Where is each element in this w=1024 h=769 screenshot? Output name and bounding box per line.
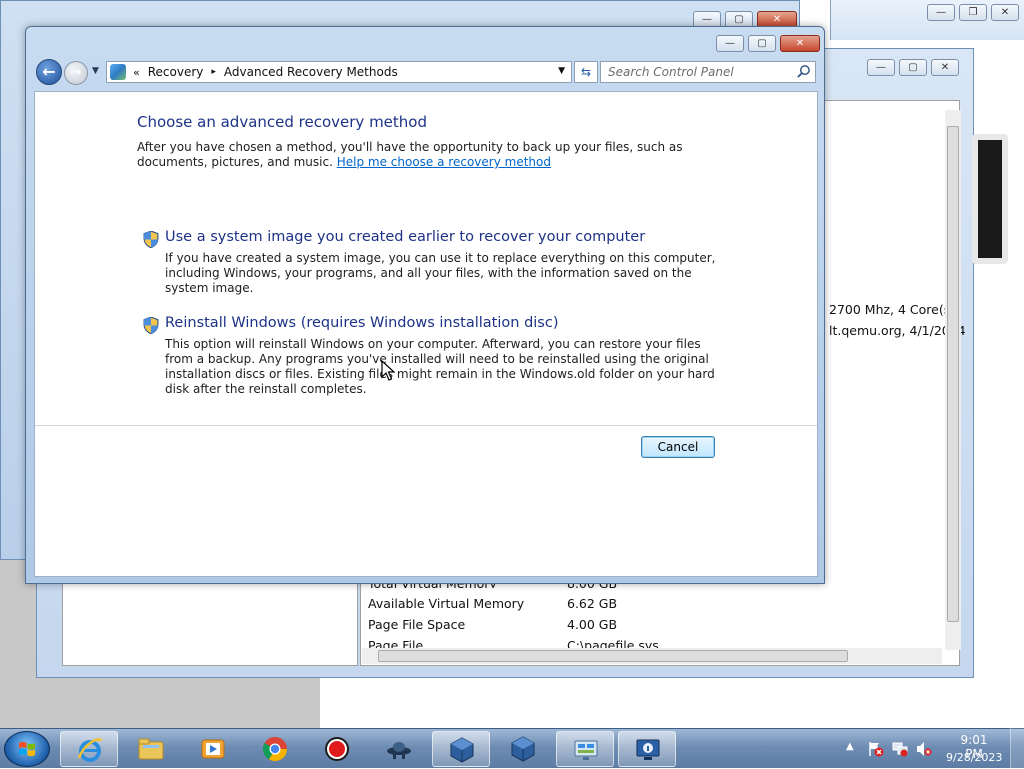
uac-shield-icon [143,231,159,248]
taskbar-msinfo[interactable] [618,731,676,767]
option-reinstall-windows[interactable]: Reinstall Windows (requires Windows inst… [143,315,723,401]
breadcrumb-overflow[interactable]: « [133,66,140,79]
taskbar-internet-explorer[interactable] [60,731,118,767]
option-system-image-title[interactable]: Use a system image you created earlier t… [165,229,645,245]
record-icon [325,737,349,761]
restore-button[interactable]: ❐ [959,4,987,21]
address-dropdown-icon[interactable]: ▼ [558,66,565,76]
start-button[interactable] [4,731,50,767]
background-window-right: — ❐ ✕ [830,0,1024,40]
processor-value: 2700 Mhz, 4 Core(s) [829,302,956,317]
search-input[interactable] [601,62,791,82]
system-information-icon [574,740,598,760]
taskbar-media-player[interactable] [184,731,242,767]
help-choose-recovery-link[interactable]: Help me choose a recovery method [337,155,551,169]
saucer-icon [387,742,411,759]
minimize-button[interactable]: — [867,59,895,76]
recent-pages-dropdown[interactable]: ▼ [92,66,99,76]
background-window-right-caption-buttons: — ❐ ✕ [927,4,1019,21]
uac-shield-icon [143,317,159,334]
close-button[interactable]: ✕ [991,4,1019,21]
taskbar-saucer-app[interactable] [370,731,428,767]
show-desktop-button[interactable] [1010,728,1024,768]
content-pane: Choose an advanced recovery method After… [34,91,818,577]
advanced-recovery-window: — ▢ ✕ ← → ▼ « Recovery ▸ Advanced Recove… [25,26,825,584]
breadcrumb-recovery[interactable]: Recovery [148,65,204,79]
details-horizontal-scrollbar[interactable] [362,648,942,664]
minimize-button[interactable]: — [716,35,744,52]
maximize-button[interactable]: ▢ [899,59,927,76]
footer-divider [35,425,817,426]
close-button[interactable]: ✕ [931,59,959,76]
taskbar: ▲ [0,728,1024,768]
back-button[interactable]: ← [36,59,62,85]
forward-button[interactable]: → [64,61,88,85]
breadcrumb-advanced-recovery-methods[interactable]: Advanced Recovery Methods [224,65,398,79]
page-file-space-label: Page File Space [368,617,466,632]
mouse-cursor-icon [381,360,395,381]
taskbar-windows-explorer[interactable] [122,731,180,767]
page-title: Choose an advanced recovery method [137,113,428,131]
internet-explorer-icon [77,738,103,762]
system-information-caption-buttons: — ▢ ✕ [867,59,959,76]
control-panel-icon [110,64,126,80]
breadcrumb-separator[interactable]: ▸ [211,67,216,77]
scrollbar-thumb[interactable] [947,126,959,622]
window-preview-thumbnail [972,134,1008,264]
action-center-icon[interactable] [868,741,884,757]
option-reinstall-windows-title[interactable]: Reinstall Windows (requires Windows inst… [165,315,558,331]
option-reinstall-windows-description: This option will reinstall Windows on yo… [165,337,715,396]
show-hidden-icons-icon[interactable]: ▲ [846,741,854,752]
available-virtual-memory-value: 6.62 GB [567,596,618,611]
search-box[interactable] [600,61,816,83]
back-arrow-icon: ← [42,62,56,81]
folder-icon [138,738,164,760]
taskbar-recorder[interactable] [308,731,366,767]
chrome-icon [262,737,287,762]
intro-text: After you have chosen a method, you'll h… [137,140,697,170]
virtualbox-icon [511,736,535,762]
refresh-button[interactable]: ⇆ [574,61,598,83]
available-virtual-memory-label: Available Virtual Memory [368,596,525,611]
taskbar-system-information[interactable] [556,731,614,767]
page-file-label: Page File [368,638,424,648]
media-player-icon [201,739,225,759]
taskbar-virtualbox-1[interactable] [432,731,490,767]
minimize-button[interactable]: — [927,4,955,21]
taskbar-chrome[interactable] [246,731,304,767]
forward-arrow-icon: → [70,65,82,80]
address-bar[interactable]: « Recovery ▸ Advanced Recovery Methods ▼ [106,61,572,83]
navigation-bar: ← → ▼ « Recovery ▸ Advanced Recovery Met… [34,59,818,85]
window-caption-buttons: — ▢ ✕ [716,35,820,52]
page-file-value: C:\pagefile.sys [567,638,659,648]
windows-logo-icon [19,741,35,757]
details-vertical-scrollbar[interactable] [945,110,961,650]
maximize-button[interactable]: ▢ [748,35,776,52]
cancel-button[interactable]: Cancel [641,436,715,458]
network-icon[interactable] [892,741,908,757]
taskbar-virtualbox-2[interactable] [494,731,552,767]
scrollbar-thumb[interactable] [378,650,848,662]
monitor-info-icon [636,739,660,760]
option-system-image[interactable]: Use a system image you created earlier t… [143,229,723,295]
search-icon[interactable] [796,64,811,79]
volume-muted-icon[interactable] [916,741,932,757]
page-file-space-value: 4.00 GB [567,617,618,632]
refresh-icon: ⇆ [580,65,592,79]
option-system-image-description: If you have created a system image, you … [165,251,716,295]
close-button[interactable]: ✕ [780,35,820,52]
virtualbox-icon [450,737,474,763]
clock-date[interactable]: 9/28/2023 [946,751,1002,764]
